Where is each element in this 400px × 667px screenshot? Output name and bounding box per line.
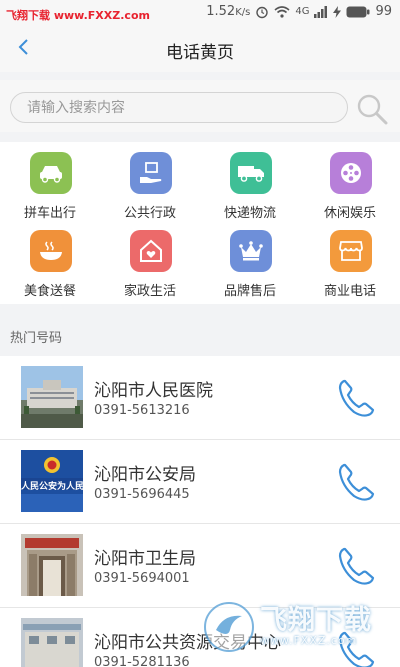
category-label: 家政生活 <box>123 284 176 299</box>
status-bar: 飞翔下载 www.FXXZ.com 1.52K/s 4G 99 <box>0 0 400 26</box>
resource-center-thumbnail <box>21 618 83 667</box>
house-heart-icon <box>130 230 172 272</box>
nav-bar: 电话黄页 <box>0 26 400 72</box>
police-thumbnail: 人民公安为人民 <box>21 450 83 512</box>
hot-numbers-header: 热门号码 <box>0 316 400 356</box>
section-title: 热门号码 <box>10 331 63 346</box>
signal-icon <box>314 5 328 18</box>
shop-icon <box>330 230 372 272</box>
category-leisure[interactable]: 休闲娱乐 <box>300 142 400 221</box>
contact-row[interactable]: 沁阳市人民医院 0391-5613216 <box>0 356 400 440</box>
call-button[interactable] <box>335 376 379 420</box>
search-input[interactable] <box>11 93 347 122</box>
contact-list: 沁阳市人民医院 0391-5613216 人民公安为人民 沁阳市公安局 0391… <box>0 356 400 667</box>
category-label: 品牌售后 <box>223 284 276 299</box>
contact-name: 沁阳市人民医院 <box>94 381 213 401</box>
contact-name: 沁阳市公安局 <box>94 465 196 485</box>
contact-name: 沁阳市卫生局 <box>94 549 196 569</box>
search-area <box>0 80 400 132</box>
charging-icon <box>333 5 342 18</box>
search-box <box>10 92 348 123</box>
phone-icon <box>335 379 379 424</box>
car-icon <box>30 152 72 194</box>
alarm-icon <box>255 5 269 19</box>
category-label: 美食送餐 <box>23 284 76 299</box>
call-button[interactable] <box>335 460 379 504</box>
call-button[interactable] <box>335 628 379 667</box>
status-indicators: 1.52K/s 4G 99 <box>206 4 392 19</box>
network-type: 4G <box>295 6 310 17</box>
film-reel-icon <box>330 152 372 194</box>
hospital-thumbnail <box>21 366 83 428</box>
bowl-icon <box>30 230 72 272</box>
crown-icon <box>230 230 272 272</box>
battery-level: 99 <box>375 4 392 19</box>
battery-icon <box>346 6 370 18</box>
phone-icon <box>335 463 379 508</box>
category-carpool[interactable]: 拼车出行 <box>0 142 100 221</box>
health-bureau-thumbnail <box>21 534 83 596</box>
category-express[interactable]: 快递物流 <box>200 142 300 221</box>
wifi-icon <box>274 5 290 18</box>
phone-icon <box>335 547 379 592</box>
category-business[interactable]: 商业电话 <box>300 220 400 299</box>
category-food[interactable]: 美食送餐 <box>0 220 100 299</box>
contact-phone: 0391-5281136 <box>94 655 190 667</box>
thumbnail-slogan: 人民公安为人民 <box>21 482 83 492</box>
category-housekeeping[interactable]: 家政生活 <box>100 220 200 299</box>
category-label: 拼车出行 <box>23 206 76 221</box>
contact-name: 沁阳市公共资源交易中心 <box>94 633 281 653</box>
network-speed: 1.52K/s <box>206 4 251 19</box>
contact-row[interactable]: 沁阳市卫生局 0391-5694001 <box>0 524 400 608</box>
category-label: 商业电话 <box>323 284 376 299</box>
contact-phone: 0391-5613216 <box>94 403 190 418</box>
page-title: 电话黄页 <box>166 43 234 63</box>
category-label: 公共行政 <box>123 206 176 221</box>
contact-phone: 0391-5696445 <box>94 487 190 502</box>
category-public-admin[interactable]: 公共行政 <box>100 142 200 221</box>
category-label: 快递物流 <box>223 206 276 221</box>
category-label: 休闲娱乐 <box>323 206 376 221</box>
contact-row[interactable]: 人民公安为人民 沁阳市公安局 0391-5696445 <box>0 440 400 524</box>
call-button[interactable] <box>335 544 379 588</box>
phone-icon <box>335 631 379 667</box>
hand-box-icon <box>130 152 172 194</box>
contact-row[interactable]: 沁阳市公共资源交易中心 0391-5281136 <box>0 608 400 667</box>
truck-icon <box>230 152 272 194</box>
top-watermark: 飞翔下载 www.FXXZ.com <box>6 9 150 22</box>
category-brand-service[interactable]: 品牌售后 <box>200 220 300 299</box>
contact-phone: 0391-5694001 <box>94 571 190 586</box>
search-icon <box>355 94 389 130</box>
category-grid: 拼车出行 公共行政 快递物流 休闲娱乐 美食送餐 家政生活 品牌售后 商业电话 <box>0 142 400 304</box>
search-button[interactable] <box>355 92 389 126</box>
